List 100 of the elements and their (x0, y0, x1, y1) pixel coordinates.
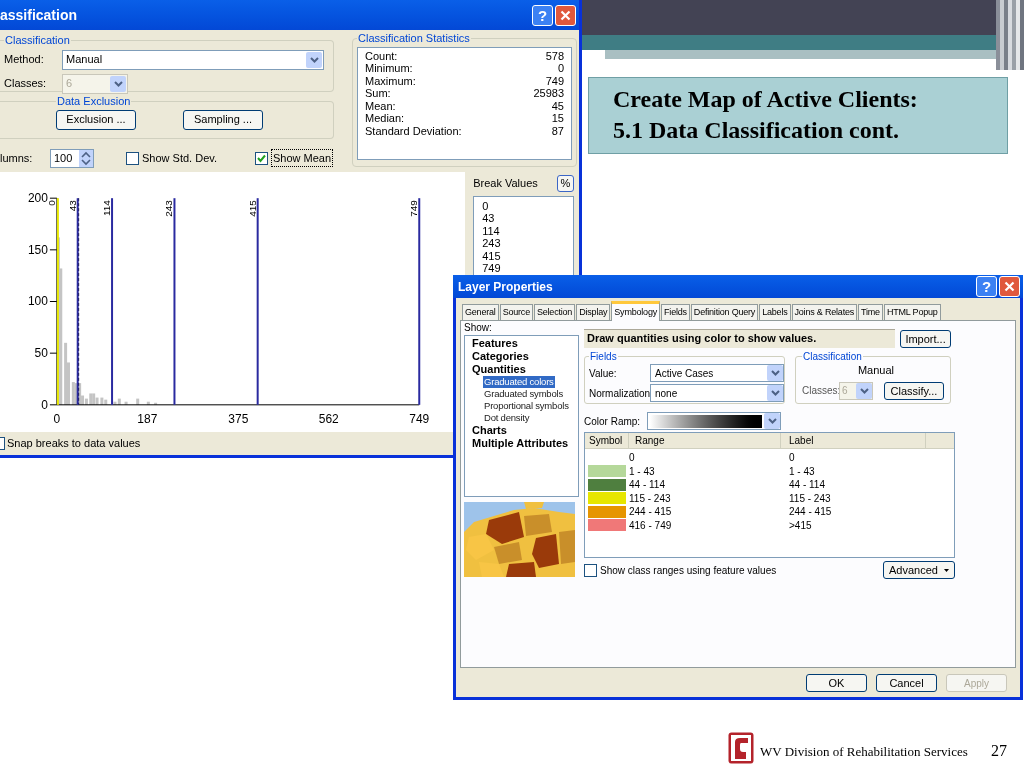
tree-item[interactable]: Quantities (471, 363, 527, 376)
tab[interactable]: HTML Popup (883, 304, 941, 321)
classify-button[interactable]: Classify... (884, 381, 944, 400)
group-label: Classification (4, 33, 71, 48)
chevron-down-icon[interactable] (110, 75, 126, 92)
tree-item[interactable]: Multiple Attributes (471, 437, 570, 450)
field-label: Method: (4, 52, 45, 68)
tab[interactable]: General (462, 304, 499, 321)
columns-spinner[interactable]: 100 (50, 148, 94, 168)
statistic-name: Median: (365, 112, 405, 125)
statistic-value: 25983 (533, 87, 564, 100)
chevron-down-icon[interactable] (306, 51, 322, 68)
tree-item[interactable]: Proportional symbols (483, 400, 570, 412)
window-title: assification (0, 5, 78, 25)
axis-label: 375 (228, 411, 249, 426)
histogram-bar (154, 402, 158, 405)
tab[interactable]: Symbology (611, 301, 661, 321)
close-icon (560, 9, 571, 21)
advanced-button[interactable]: Advanced (883, 561, 955, 579)
tab[interactable]: Joins & Relates (791, 304, 858, 321)
checkbox-label: Show Mean (271, 148, 334, 168)
tree-item[interactable]: Charts (471, 424, 508, 437)
list-item[interactable]: 415 (482, 249, 573, 263)
axis-label: 749 (409, 411, 430, 426)
table-cell-text: 115 - 243 (788, 491, 832, 506)
axis-label: 187 (137, 411, 158, 426)
break-label: 415 (246, 200, 258, 217)
tab[interactable]: Definition Query (690, 304, 759, 321)
checkbox[interactable] (584, 563, 597, 577)
close-icon (1004, 281, 1015, 292)
chevron-down-icon[interactable] (856, 382, 872, 399)
statistic-name: Maximum: (365, 74, 416, 87)
tab[interactable]: Display (576, 304, 611, 321)
tree-item[interactable]: Graduated colors (483, 376, 555, 388)
checkbox-label: Show class ranges using feature values (600, 563, 777, 578)
field-label: Normalization: (589, 386, 650, 401)
axis-label: 200 (27, 191, 48, 206)
checkbox-label: Show Std. Dev. (142, 150, 217, 166)
table-cell-text: 0 (629, 451, 636, 466)
tree-item[interactable]: Features (471, 337, 519, 350)
group-label: Classification Statistics (357, 31, 471, 46)
slide-title: Create Map of Active Clients: (613, 85, 919, 114)
close-button[interactable] (555, 4, 576, 26)
chevron-down-icon[interactable] (767, 365, 783, 381)
axis-label: 100 (27, 294, 48, 309)
tab[interactable]: Fields (661, 304, 690, 321)
table-cell-text: 44 - 114 (788, 478, 826, 493)
dialog-button[interactable]: Cancel (876, 674, 937, 692)
column-header: Symbol (585, 433, 629, 448)
percent-button[interactable]: % (557, 174, 574, 192)
chevron-down-icon[interactable] (764, 413, 780, 429)
normalization-dropdown[interactable]: none (650, 384, 784, 402)
dialog-button[interactable]: Sampling ... (183, 109, 263, 130)
close-button[interactable] (999, 276, 1020, 297)
help-button[interactable]: ? (976, 276, 997, 297)
checkbox[interactable] (255, 151, 268, 165)
table-cell-text: 244 - 415 (629, 505, 673, 520)
classification-method: Manual (857, 363, 895, 378)
tree-item[interactable]: Categories (471, 350, 530, 363)
tree-item[interactable]: Graduated symbols (483, 388, 564, 400)
field-label: Classes: (802, 384, 839, 398)
column-header: Range (629, 433, 781, 448)
help-button[interactable]: ? (532, 4, 553, 26)
break-label: 114 (101, 200, 113, 217)
field-label: lumns: (0, 150, 34, 166)
statistic-name: Minimum: (365, 62, 413, 75)
list-item[interactable]: 243 (482, 237, 573, 250)
break-label: 243 (163, 200, 175, 217)
checkbox[interactable] (126, 151, 139, 165)
dialog-button[interactable]: Exclusion ... (56, 109, 136, 130)
field-label: Show: (464, 321, 493, 335)
import-button[interactable]: Import... (900, 329, 951, 348)
axis-label: 150 (27, 242, 48, 257)
list-item[interactable]: 0 (482, 200, 573, 213)
table-cell-text: 416 - 749 (629, 518, 673, 533)
break-label: 749 (408, 200, 420, 217)
tab[interactable]: Time (858, 304, 883, 321)
statistic-value: 0 (557, 62, 564, 75)
logo-icon (728, 732, 754, 764)
statistic-name: Count: (365, 49, 398, 62)
statistic-value: 15 (551, 112, 564, 125)
list-item[interactable]: 43 (482, 212, 573, 225)
color-ramp-dropdown[interactable] (647, 412, 781, 430)
spinner-arrows-icon[interactable] (79, 149, 93, 167)
tab[interactable]: Selection (533, 304, 576, 321)
break-label: 43 (66, 200, 78, 212)
tab[interactable]: Source (499, 304, 533, 321)
list-item[interactable]: 749 (482, 262, 573, 275)
method-dropdown[interactable]: Manual (62, 49, 324, 70)
value-dropdown[interactable]: Active Cases (650, 364, 784, 382)
axis-label: 562 (318, 411, 339, 426)
chevron-down-icon[interactable] (767, 385, 783, 401)
list-item[interactable]: 114 (482, 224, 573, 238)
table-cell-text: 44 - 114 (629, 478, 666, 493)
field-label: Value: (589, 366, 618, 381)
tree-item[interactable]: Dot density (483, 412, 531, 424)
group-label: Fields (589, 350, 618, 364)
dialog-button[interactable]: OK (806, 674, 867, 692)
tab[interactable]: Labels (759, 304, 791, 321)
group-label: Data Exclusion (56, 94, 132, 109)
